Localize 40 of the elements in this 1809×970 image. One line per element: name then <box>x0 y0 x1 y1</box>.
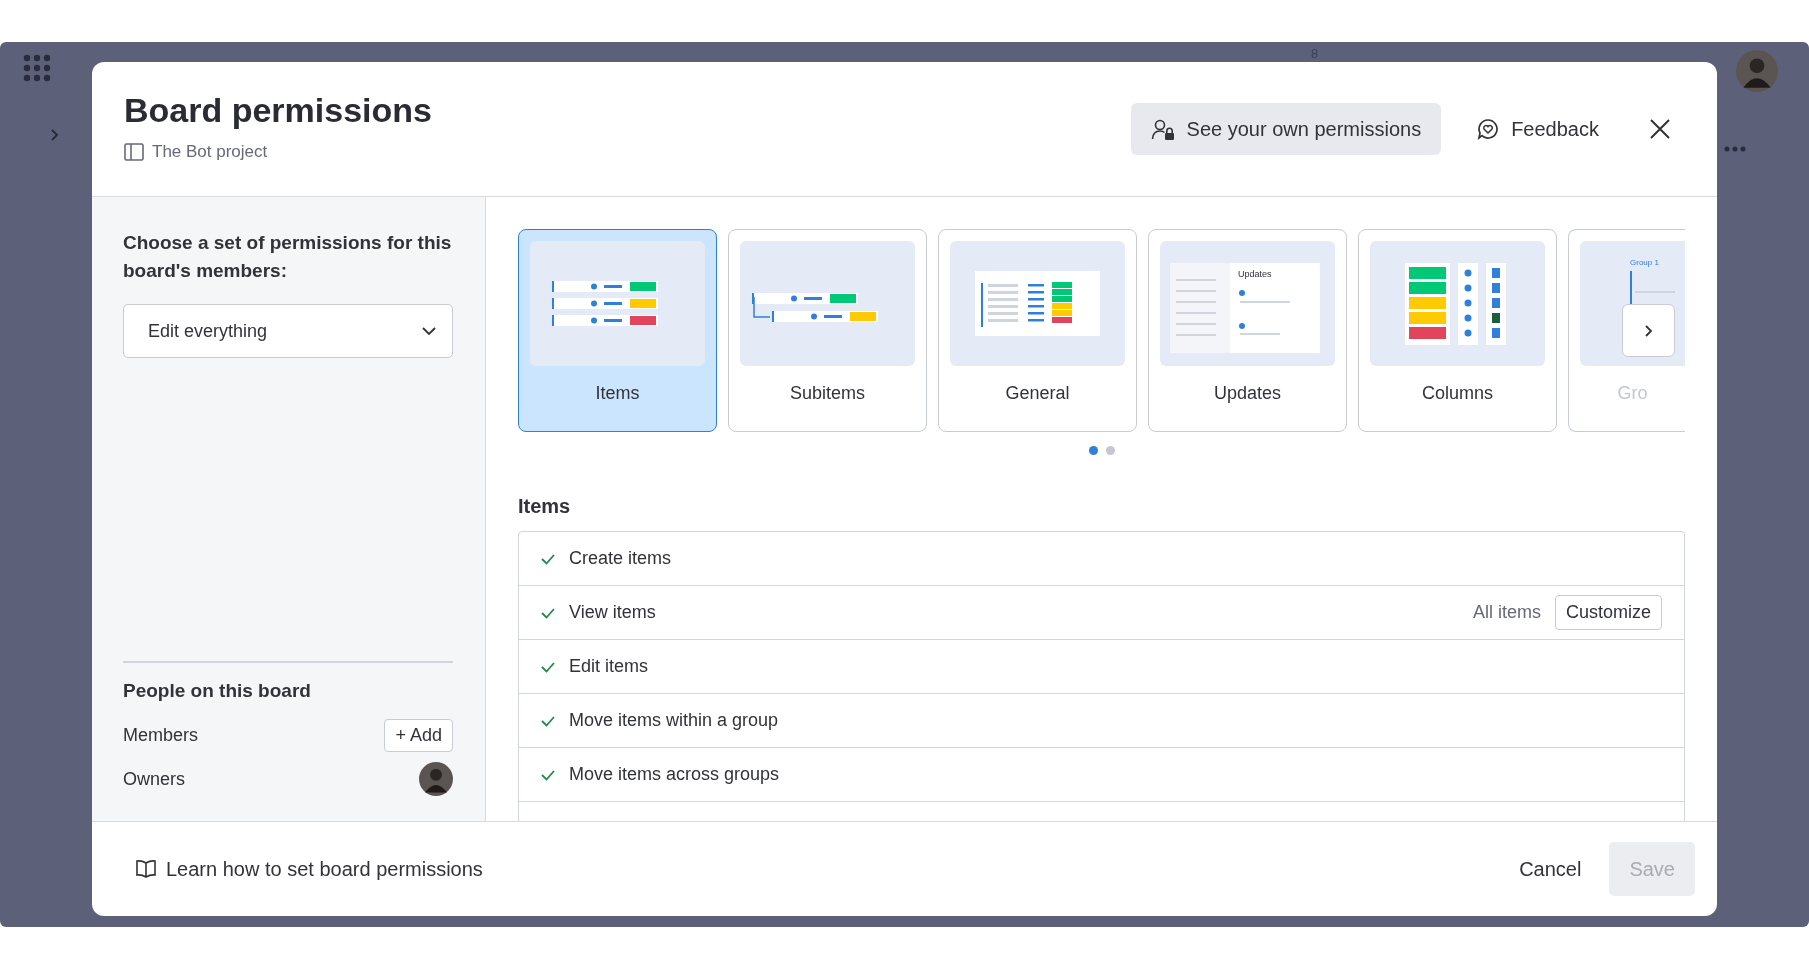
permission-label: Move items within a group <box>569 709 779 732</box>
feedback-button[interactable]: Feedback <box>1457 103 1619 155</box>
avatar <box>419 762 453 796</box>
cancel-button[interactable]: Cancel <box>1499 844 1602 894</box>
chevron-right-icon <box>50 128 59 142</box>
apps-grid-icon <box>23 54 51 82</box>
help-link[interactable]: Learn how to set board permissions <box>136 854 483 884</box>
permission-label: View items <box>569 601 656 624</box>
add-button[interactable]: + Add <box>384 718 453 752</box>
category-card[interactable]: Subitems <box>728 229 927 432</box>
permission-label: Edit items <box>569 655 649 678</box>
category-card[interactable]: Items <box>518 229 717 432</box>
close-icon <box>1649 118 1671 140</box>
category-card[interactable]: General <box>938 229 1137 432</box>
board-icon <box>124 142 144 161</box>
prompt-text: Choose a set of permissions for this board's members: <box>123 231 453 283</box>
thumbnail-drawing: Updates <box>1160 241 1335 366</box>
category-card[interactable]: Columns <box>1358 229 1557 432</box>
role-label: Members <box>123 723 198 747</box>
chevron-down-icon <box>422 326 436 336</box>
book-icon <box>136 859 156 879</box>
permissions-button[interactable]: See your own permissions <box>1130 103 1442 155</box>
permission-label: Create items <box>569 547 672 570</box>
category-card[interactable]: Updates Updates <box>1148 229 1347 432</box>
chevron-right-icon <box>1644 324 1653 337</box>
page-dot[interactable] <box>1105 446 1115 455</box>
dialog-title: Board permissions <box>124 90 432 131</box>
avatar <box>1736 50 1778 92</box>
section-title: People on this board <box>123 678 312 703</box>
page-dot[interactable] <box>1088 446 1098 455</box>
permission-label: Move items across groups <box>569 763 780 786</box>
more-icon <box>1724 146 1746 152</box>
customize-button[interactable]: Customize <box>1554 595 1662 630</box>
role-label: Owners <box>123 767 185 791</box>
scope-label: All items <box>1472 601 1541 624</box>
board-name: The Bot project <box>152 140 268 163</box>
chat-heart-icon <box>1477 118 1500 140</box>
user-lock-icon <box>1150 117 1175 141</box>
section-title: Items <box>518 494 572 519</box>
preset-dropdown[interactable]: Edit everything <box>123 304 453 359</box>
